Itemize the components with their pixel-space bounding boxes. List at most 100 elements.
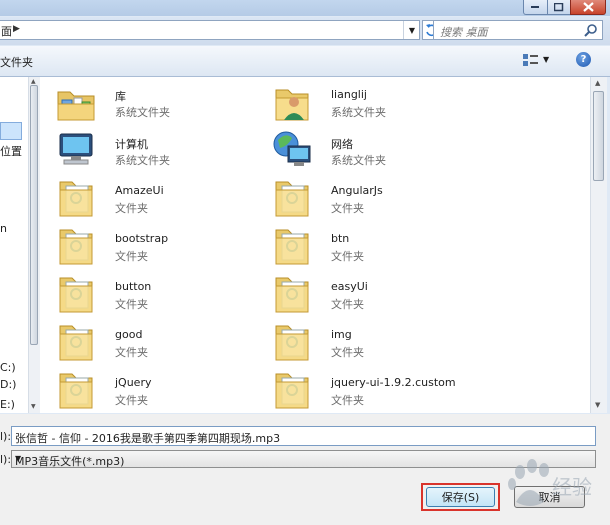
file-item[interactable]: AngularJs 文件夹	[270, 176, 470, 220]
nav-item-location[interactable]: 位置	[0, 143, 22, 159]
watermark-text: 经验	[552, 475, 592, 499]
nav-item-drive-d[interactable]: D:)	[0, 378, 16, 391]
filename-input[interactable]: 张信哲 - 信仰 - 2016我是歌手第四季第四期现场.mp3	[11, 426, 596, 446]
nav-selected-item[interactable]	[0, 122, 22, 140]
item-name: jquery-ui-1.9.2.custom	[331, 376, 456, 389]
folder-icon	[270, 224, 314, 268]
item-name: jQuery	[115, 376, 152, 389]
filename-value: 张信哲 - 信仰 - 2016我是歌手第四季第四期现场.mp3	[15, 432, 281, 445]
computer-icon	[54, 128, 98, 172]
file-item[interactable]: easyUi 文件夹	[270, 272, 470, 316]
item-type: 文件夹	[115, 298, 148, 311]
scroll-down-icon[interactable]: ▼	[31, 403, 36, 410]
change-view-icon[interactable]	[522, 53, 540, 67]
scroll-down-icon[interactable]: ▼	[595, 401, 600, 409]
watermark-logo: 经验	[508, 459, 592, 506]
breadcrumb[interactable]: 面	[1, 23, 12, 39]
file-item[interactable]: good 文件夹	[54, 320, 254, 364]
file-item[interactable]: AmazeUi 文件夹	[54, 176, 254, 220]
nav-scrollbar[interactable]: ▲ ▼	[28, 77, 40, 413]
item-type: 系统文件夹	[115, 106, 170, 119]
item-name: 网络	[331, 138, 353, 151]
filename-label: l):	[0, 430, 12, 443]
user-folder-icon	[270, 80, 314, 124]
folder-icon	[54, 176, 98, 220]
scroll-up-icon[interactable]: ▲	[31, 78, 36, 85]
filetype-label: l):	[0, 453, 12, 466]
file-list: 库系统文件夹 lianglij 系统文件夹 计算机 系统文件夹 网络 系统文件夹 AmazeU…	[40, 77, 590, 413]
item-name: lianglij	[331, 88, 367, 101]
file-item[interactable]: 计算机 系统文件夹	[54, 128, 254, 172]
file-item[interactable]: 网络 系统文件夹	[270, 128, 470, 172]
item-type: 文件夹	[331, 250, 364, 263]
nav-scroll-thumb[interactable]	[30, 85, 38, 345]
library-icon	[54, 80, 98, 124]
item-type: 文件夹	[331, 202, 364, 215]
close-button[interactable]	[570, 0, 606, 15]
minimize-button[interactable]	[523, 0, 548, 15]
nav-item-drive-e[interactable]: E:)	[0, 398, 15, 411]
item-type: 文件夹	[331, 298, 364, 311]
item-type: 文件夹	[331, 346, 364, 359]
folder-icon	[54, 272, 98, 316]
folder-icon	[270, 368, 314, 412]
search-placeholder: 搜索 桌面	[440, 26, 488, 39]
item-type: 系统文件夹	[115, 154, 170, 167]
address-bar-area: 面 ▶ ▼ 搜索 桌面	[0, 17, 610, 45]
item-type: 文件夹	[115, 250, 148, 263]
folder-icon	[54, 368, 98, 412]
minimize-icon	[531, 6, 539, 8]
item-name: button	[115, 280, 152, 293]
item-type: 系统文件夹	[331, 106, 386, 119]
item-name: btn	[331, 232, 350, 245]
file-item[interactable]: img 文件夹	[270, 320, 470, 364]
item-type: 系统文件夹	[331, 154, 386, 167]
item-name: 计算机	[115, 138, 148, 151]
command-toolbar: 文件夹 ▼ ?	[0, 46, 610, 77]
content-scrollbar[interactable]: ▲ ▼	[590, 77, 607, 413]
scroll-up-icon[interactable]: ▲	[595, 79, 600, 87]
item-name: good	[115, 328, 143, 341]
nav-item[interactable]: n	[0, 222, 7, 235]
folder-icon	[54, 224, 98, 268]
maximize-button[interactable]	[547, 0, 571, 15]
new-folder-button[interactable]: 文件夹	[0, 54, 33, 70]
file-item[interactable]: 库系统文件夹	[54, 80, 254, 124]
view-dropdown-icon[interactable]: ▼	[543, 55, 549, 64]
item-type: 文件夹	[115, 394, 148, 407]
navigation-pane: 位置 n C:) D:) E:)	[0, 77, 29, 413]
file-item[interactable]: jQuery 文件夹	[54, 368, 254, 412]
item-name: easyUi	[331, 280, 368, 293]
help-icon[interactable]: ?	[576, 52, 591, 67]
item-name: 库	[115, 90, 126, 103]
file-item[interactable]: jquery-ui-1.9.2.custom 文件夹	[270, 368, 470, 412]
item-name: img	[331, 328, 352, 341]
title-bar	[0, 0, 610, 16]
item-name: AngularJs	[331, 184, 383, 197]
item-name: bootstrap	[115, 232, 169, 245]
file-item[interactable]: btn 文件夹	[270, 224, 470, 268]
item-type: 文件夹	[115, 346, 148, 359]
item-name: AmazeUi	[115, 184, 164, 197]
maximize-icon	[554, 2, 564, 11]
nav-item-drive-c[interactable]: C:)	[0, 361, 16, 374]
chevron-down-icon: ▼	[408, 25, 416, 35]
folder-icon	[270, 272, 314, 316]
address-dropdown-button[interactable]: ▼	[403, 21, 420, 39]
save-button[interactable]: 保存(S)	[426, 487, 495, 507]
folder-icon	[270, 320, 314, 364]
save-button-highlight: 保存(S)	[421, 483, 500, 511]
breadcrumb-arrow-icon[interactable]: ▶	[13, 24, 20, 34]
folder-icon	[54, 320, 98, 364]
content-scroll-thumb[interactable]	[593, 91, 604, 181]
network-icon	[270, 128, 314, 172]
item-type: 文件夹	[331, 394, 364, 407]
file-item[interactable]: lianglij 系统文件夹	[270, 80, 470, 124]
address-bar[interactable]: 面 ▶ ▼	[0, 20, 420, 40]
file-item[interactable]: bootstrap 文件夹	[54, 224, 254, 268]
search-box[interactable]: 搜索 桌面	[433, 20, 603, 40]
search-icon[interactable]	[584, 23, 598, 37]
file-item[interactable]: button 文件夹	[54, 272, 254, 316]
folder-icon	[270, 176, 314, 220]
item-type: 文件夹	[115, 202, 148, 215]
